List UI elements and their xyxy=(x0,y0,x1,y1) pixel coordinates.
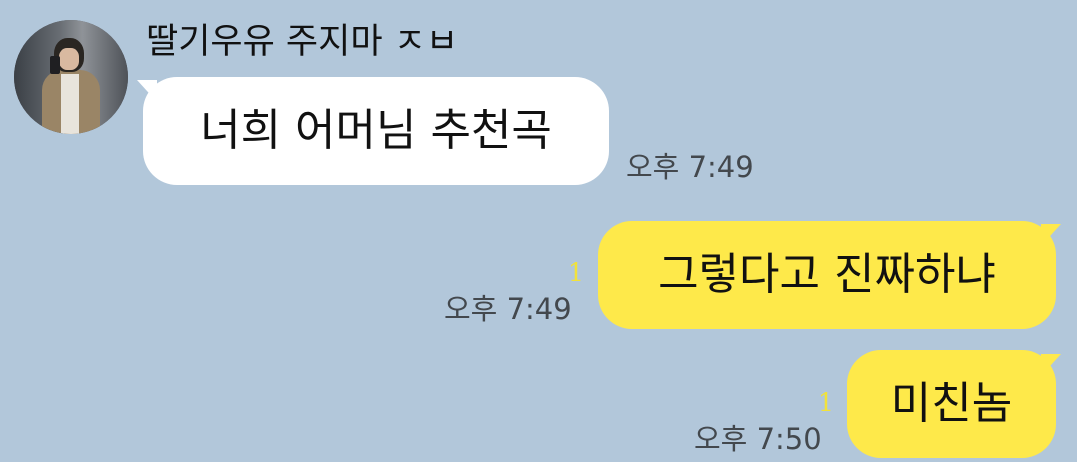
message-bubble-outgoing[interactable]: 그렇다고 진짜하냐 xyxy=(598,221,1056,329)
message-timestamp: 오후 7:49 xyxy=(626,150,754,184)
avatar-photo-phone xyxy=(50,56,60,74)
message-text: 그렇다고 진짜하냐 xyxy=(658,249,996,300)
avatar-photo-shirt xyxy=(61,74,79,134)
sender-name[interactable]: 딸기우유 주지마 ㅈㅂ xyxy=(146,20,458,64)
unread-count: 1 xyxy=(568,258,584,287)
avatar-photo-face xyxy=(59,48,79,70)
message-bubble-incoming[interactable]: 너희 어머님 추천곡 xyxy=(143,77,609,185)
message-bubble-outgoing[interactable]: 미친놈 xyxy=(847,350,1056,458)
message-timestamp: 오후 7:50 xyxy=(694,422,822,456)
sender-avatar[interactable] xyxy=(14,20,128,134)
message-text: 미친놈 xyxy=(890,378,1013,429)
unread-count: 1 xyxy=(818,388,834,417)
message-timestamp: 오후 7:49 xyxy=(444,292,572,326)
message-text: 너희 어머님 추천곡 xyxy=(200,105,552,156)
